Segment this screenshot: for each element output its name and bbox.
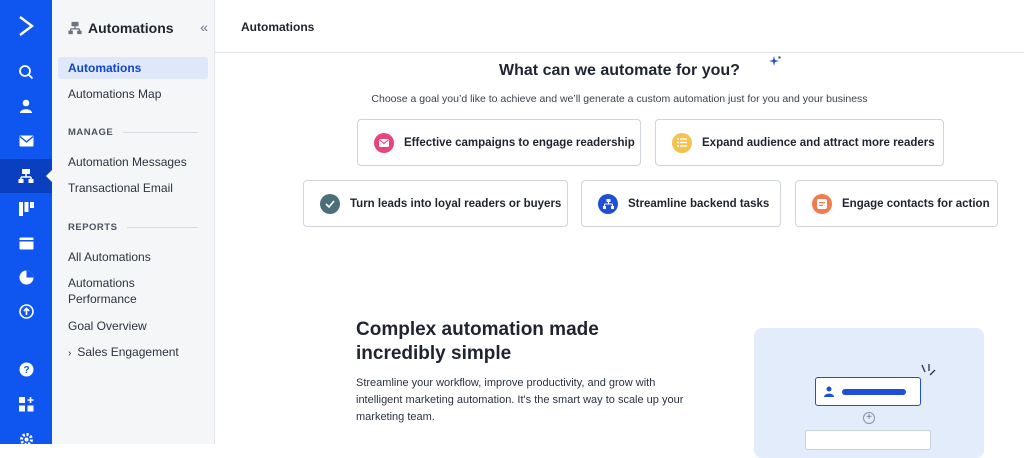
section-manage: MANAGE xyxy=(68,127,198,138)
nav-item-sales-engagement[interactable]: › Sales Engagement xyxy=(58,344,208,362)
goal-chip-audience[interactable]: Expand audience and attract more readers xyxy=(655,119,944,166)
automations-icon xyxy=(68,21,82,35)
goal-chip-engage[interactable]: Engage contacts for action xyxy=(795,180,998,227)
nav-item-automations-map[interactable]: Automations Map xyxy=(58,86,208,102)
goal-label: Expand audience and attract more readers xyxy=(702,136,935,149)
automations-icon[interactable] xyxy=(0,159,52,193)
goal-chip-campaigns[interactable]: Effective campaigns to engage readership xyxy=(357,119,641,166)
goal-chip-leads[interactable]: Turn leads into loyal readers or buyers xyxy=(303,180,568,227)
user-icon xyxy=(824,386,834,397)
secondary-nav: Automations « Automations Automations Ma… xyxy=(52,0,215,444)
goal-label: Streamline backend tasks xyxy=(628,197,770,210)
help-icon[interactable]: ? xyxy=(0,352,52,386)
nav-title: Automations xyxy=(88,20,174,36)
check-icon xyxy=(320,193,340,214)
page-title: Automations xyxy=(241,20,315,34)
apps-icon[interactable] xyxy=(0,387,52,421)
promo-title: Complex automation made incredibly simpl… xyxy=(356,319,599,364)
nav-item-automation-messages[interactable]: Automation Messages xyxy=(58,154,208,170)
nav-item-automations-performance[interactable]: Automations Performance xyxy=(58,275,158,307)
goal-label: Engage contacts for action xyxy=(842,197,990,210)
collapse-nav-icon[interactable]: « xyxy=(200,19,208,35)
website-icon[interactable] xyxy=(0,226,52,260)
app-rail: ? xyxy=(0,0,52,446)
settings-icon[interactable] xyxy=(0,422,52,456)
spark-lines-icon xyxy=(921,364,936,376)
contacts-icon[interactable] xyxy=(0,89,52,123)
chevron-right-icon: › xyxy=(68,348,72,359)
workflow-icon xyxy=(598,193,618,214)
section-reports: REPORTS xyxy=(68,222,198,233)
svg-text:?: ? xyxy=(23,365,29,376)
goal-label: Effective campaigns to engage readership xyxy=(404,136,635,149)
list-icon xyxy=(672,132,692,153)
illustration-next-block xyxy=(805,430,931,450)
automate-heading: What can we automate for you? xyxy=(499,62,740,79)
logo-chevron-icon[interactable] xyxy=(0,9,52,43)
automate-subheading: Choose a goal you’d like to achieve and … xyxy=(371,93,868,105)
upload-icon[interactable] xyxy=(0,294,52,328)
nav-item-automations[interactable]: Automations xyxy=(58,57,208,79)
sales-engagement-label: Sales Engagement xyxy=(77,345,179,359)
nav-item-all-automations[interactable]: All Automations xyxy=(58,249,208,265)
nav-item-transactional-email[interactable]: Transactional Email xyxy=(58,180,208,196)
goal-label: Turn leads into loyal readers or buyers xyxy=(350,197,562,210)
nav-item-goal-overview[interactable]: Goal Overview xyxy=(58,318,208,334)
illustration-contact-block xyxy=(815,377,921,406)
nav-header: Automations « xyxy=(68,18,208,38)
envelope-icon xyxy=(374,132,394,153)
reports-icon[interactable] xyxy=(0,260,52,294)
deals-icon[interactable] xyxy=(0,192,52,226)
sparkle-icon xyxy=(769,56,781,66)
promo-text: Streamline your workflow, improve produc… xyxy=(356,377,684,423)
goal-chip-backend[interactable]: Streamline backend tasks xyxy=(581,180,781,227)
plus-icon: + xyxy=(863,412,875,424)
top-bar: Automations xyxy=(215,0,1024,53)
search-icon[interactable] xyxy=(0,55,52,89)
campaigns-icon[interactable] xyxy=(0,124,52,158)
message-icon xyxy=(812,193,832,214)
